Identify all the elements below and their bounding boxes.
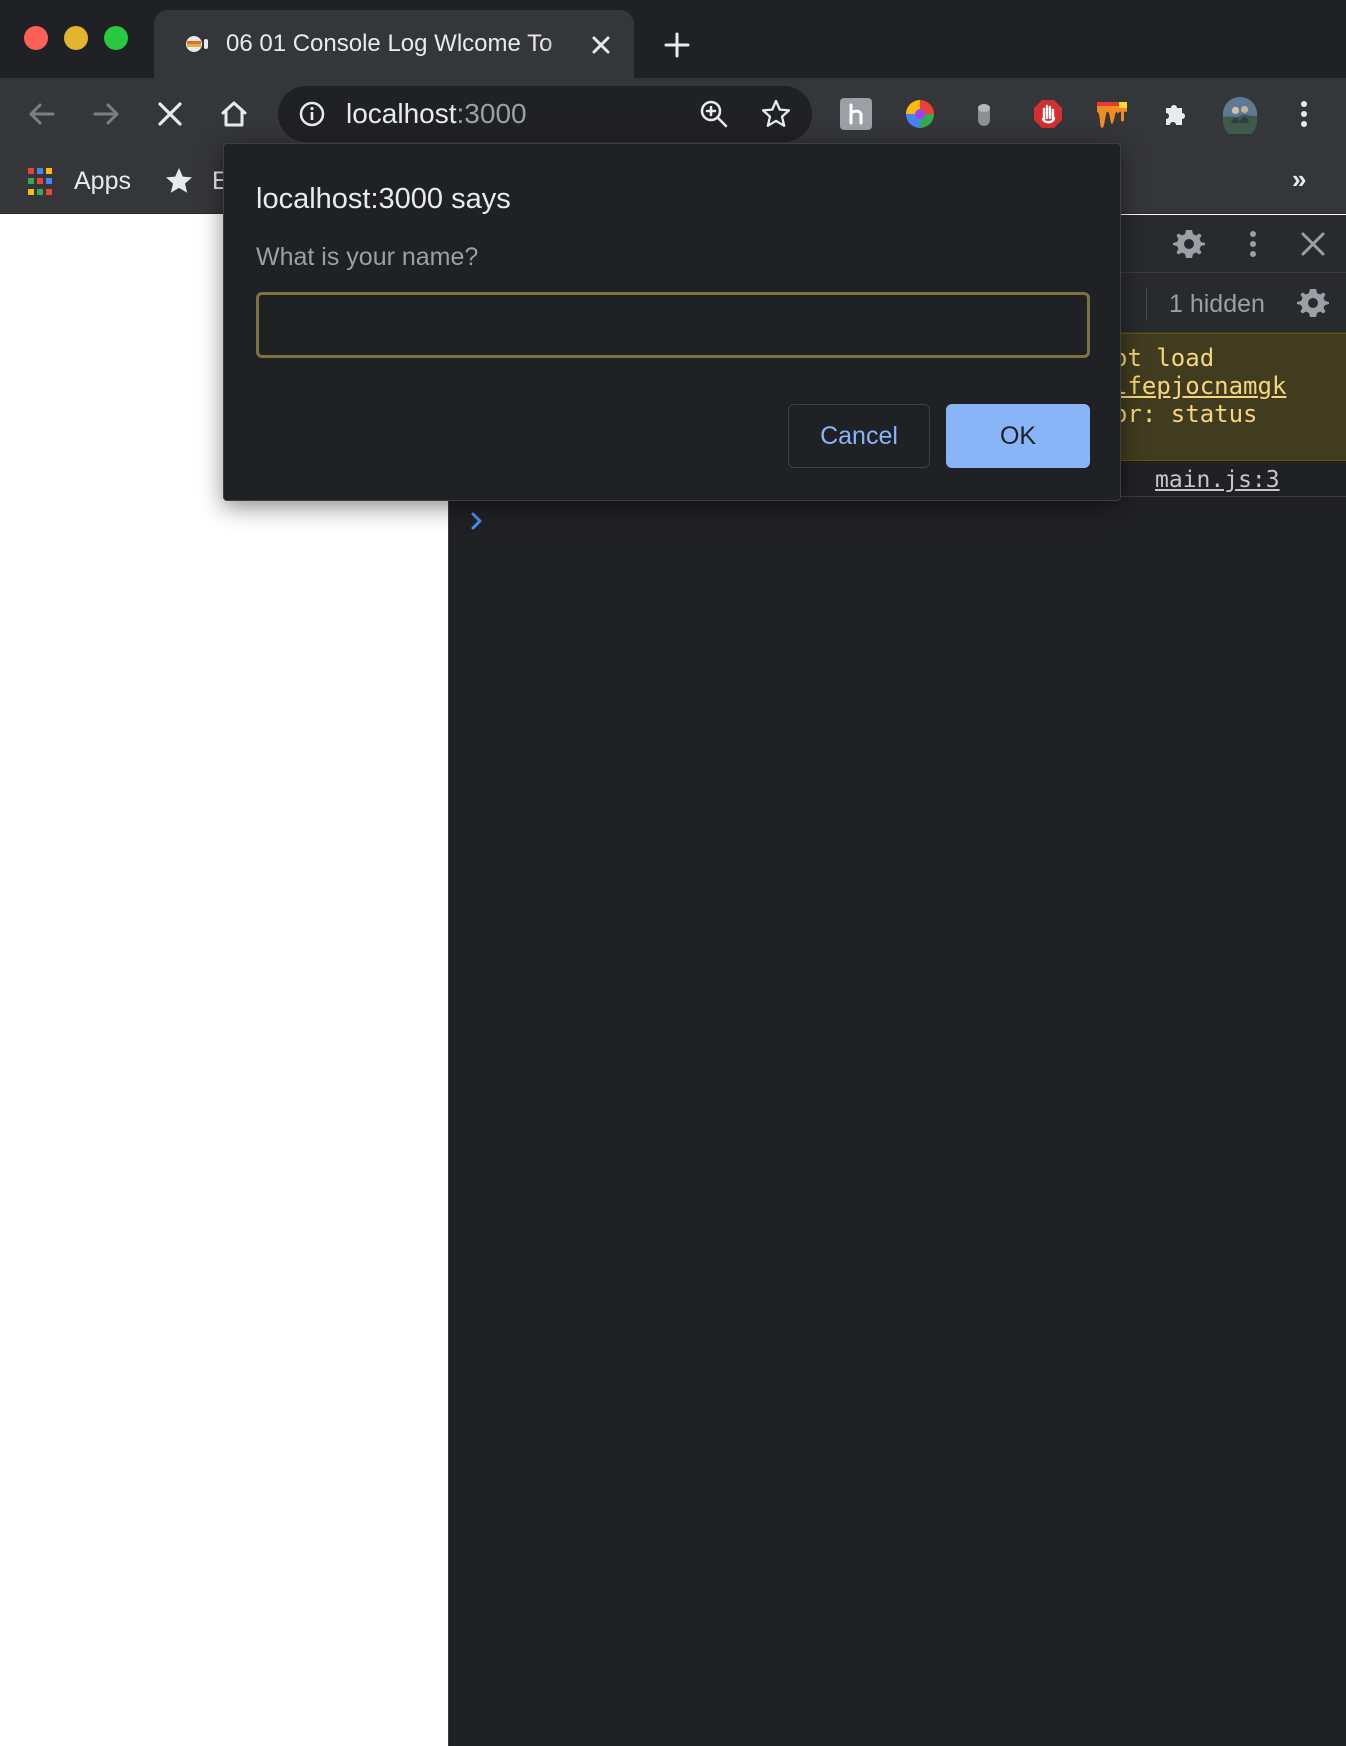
stop-icon bbox=[158, 102, 182, 126]
devtools-settings-button[interactable] bbox=[1171, 226, 1207, 262]
filter-separator bbox=[1146, 287, 1147, 319]
ok-button[interactable]: OK bbox=[946, 404, 1090, 468]
prompt-dialog: localhost:3000 says What is your name? C… bbox=[223, 143, 1121, 501]
window-close-button[interactable] bbox=[24, 26, 48, 50]
browser-window: 06 01 Console Log Wlcome To localhost:30… bbox=[0, 0, 1346, 1746]
new-tab-icon[interactable] bbox=[662, 30, 692, 60]
profile-button[interactable] bbox=[1222, 96, 1258, 134]
log-source-link[interactable]: main.js:3 bbox=[1155, 467, 1280, 493]
home-icon bbox=[221, 101, 247, 127]
active-tab[interactable]: 06 01 Console Log Wlcome To bbox=[154, 10, 634, 78]
address-text[interactable]: localhost:3000 bbox=[346, 99, 527, 129]
extension-hypothesis-button[interactable] bbox=[838, 96, 874, 132]
paint-drip-extension-icon bbox=[1097, 102, 1127, 128]
close-icon[interactable] bbox=[588, 32, 614, 58]
bookmarks-overflow-button[interactable]: » bbox=[1292, 164, 1306, 194]
extension-adblock-button[interactable] bbox=[1030, 96, 1066, 132]
address-bar[interactable]: localhost:3000 bbox=[278, 86, 812, 142]
dialog-message: What is your name? bbox=[256, 243, 479, 271]
dialog-title: localhost:3000 says bbox=[256, 183, 511, 215]
tab-title: 06 01 Console Log Wlcome To bbox=[226, 30, 553, 57]
more-vertical-icon bbox=[1250, 231, 1256, 257]
window-zoom-button[interactable] bbox=[104, 26, 128, 50]
tab-strip: 06 01 Console Log Wlcome To bbox=[0, 0, 1346, 78]
zoom-icon[interactable] bbox=[698, 98, 730, 130]
home-button[interactable] bbox=[216, 96, 252, 132]
mouse-extension-icon bbox=[978, 104, 990, 126]
cancel-button[interactable]: Cancel bbox=[788, 404, 930, 468]
hidden-messages-count[interactable]: 1 hidden bbox=[1169, 289, 1265, 319]
tab-title-fade bbox=[544, 28, 580, 60]
browser-menu-button[interactable] bbox=[1286, 96, 1322, 132]
apps-bookmark[interactable]: Apps bbox=[74, 166, 131, 196]
extension-color-picker-button[interactable] bbox=[902, 96, 938, 132]
address-port: :3000 bbox=[456, 98, 527, 129]
devtools-close-button[interactable] bbox=[1295, 226, 1331, 262]
gear-icon bbox=[1297, 289, 1329, 317]
extensions-button[interactable] bbox=[1158, 96, 1194, 132]
back-icon bbox=[29, 103, 55, 125]
bookmark-star-icon bbox=[166, 168, 192, 193]
warning-link[interactable]: lfepjocnamgk bbox=[1113, 372, 1286, 400]
warning-text-line: ot load bbox=[1113, 344, 1215, 372]
forward-icon bbox=[93, 103, 119, 125]
profile-avatar bbox=[1222, 96, 1258, 134]
close-icon bbox=[1301, 232, 1325, 256]
warning-text-line: or: status bbox=[1113, 400, 1258, 428]
info-icon[interactable] bbox=[298, 100, 326, 128]
page-favicon-icon bbox=[186, 36, 208, 52]
adblock-hand-icon bbox=[1034, 100, 1062, 128]
console-prompt-chevron-icon[interactable] bbox=[467, 509, 487, 533]
menu-icon bbox=[1301, 101, 1307, 127]
browser-toolbar: localhost:3000 bbox=[0, 78, 1346, 150]
forward-button[interactable] bbox=[88, 96, 124, 132]
devtools-more-button[interactable] bbox=[1235, 226, 1271, 262]
back-button[interactable] bbox=[24, 96, 60, 132]
extension-mouse-button[interactable] bbox=[966, 96, 1002, 132]
apps-grid-icon[interactable] bbox=[28, 168, 56, 196]
stop-button[interactable] bbox=[152, 96, 188, 132]
extensions-icon bbox=[1166, 105, 1185, 125]
address-host: localhost bbox=[346, 98, 457, 129]
bookmark-star-icon[interactable] bbox=[760, 98, 792, 130]
window-minimize-button[interactable] bbox=[64, 26, 88, 50]
color-wheel-extension-icon bbox=[906, 100, 934, 128]
hypothesis-extension-icon bbox=[840, 98, 872, 130]
console-settings-button[interactable] bbox=[1295, 285, 1331, 321]
extension-dripping-paint-button[interactable] bbox=[1094, 96, 1130, 132]
name-input[interactable] bbox=[256, 292, 1090, 358]
gear-icon bbox=[1173, 230, 1205, 258]
